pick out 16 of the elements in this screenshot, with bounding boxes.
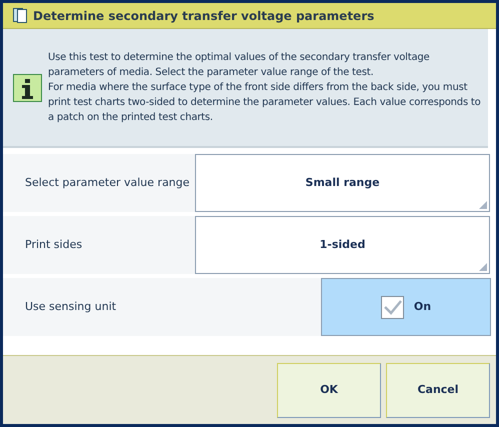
info-icon	[13, 74, 42, 102]
setting-label: Select parameter value range	[3, 154, 195, 212]
setting-label: Use sensing unit	[3, 278, 321, 336]
resize-corner-icon	[479, 201, 487, 209]
window-title: Determine secondary transfer voltage parameters	[33, 8, 374, 24]
info-text: Use this test to determine the optimal values of the secondary transfer voltage parameters of media. Select the parameter value range of the test.	[48, 51, 431, 80]
checkbox-icon	[380, 296, 404, 318]
setting-label: Print sides	[3, 216, 195, 274]
dialog-button[interactable]: Cancel	[386, 362, 490, 418]
resize-corner-icon	[479, 263, 487, 271]
info-text: For media where the surface type of the front side differs from the back side, you must print test charts two-sided to determine the parameter values. Each value corresponds to a patch on the printed test charts.	[48, 81, 482, 125]
dropdown-field[interactable]: Small range	[195, 154, 490, 212]
toggle-button[interactable]: On	[321, 278, 491, 336]
window-icon	[13, 8, 27, 23]
dialog-button[interactable]: OK	[277, 362, 381, 418]
dropdown-field[interactable]: 1-sided	[195, 216, 490, 274]
